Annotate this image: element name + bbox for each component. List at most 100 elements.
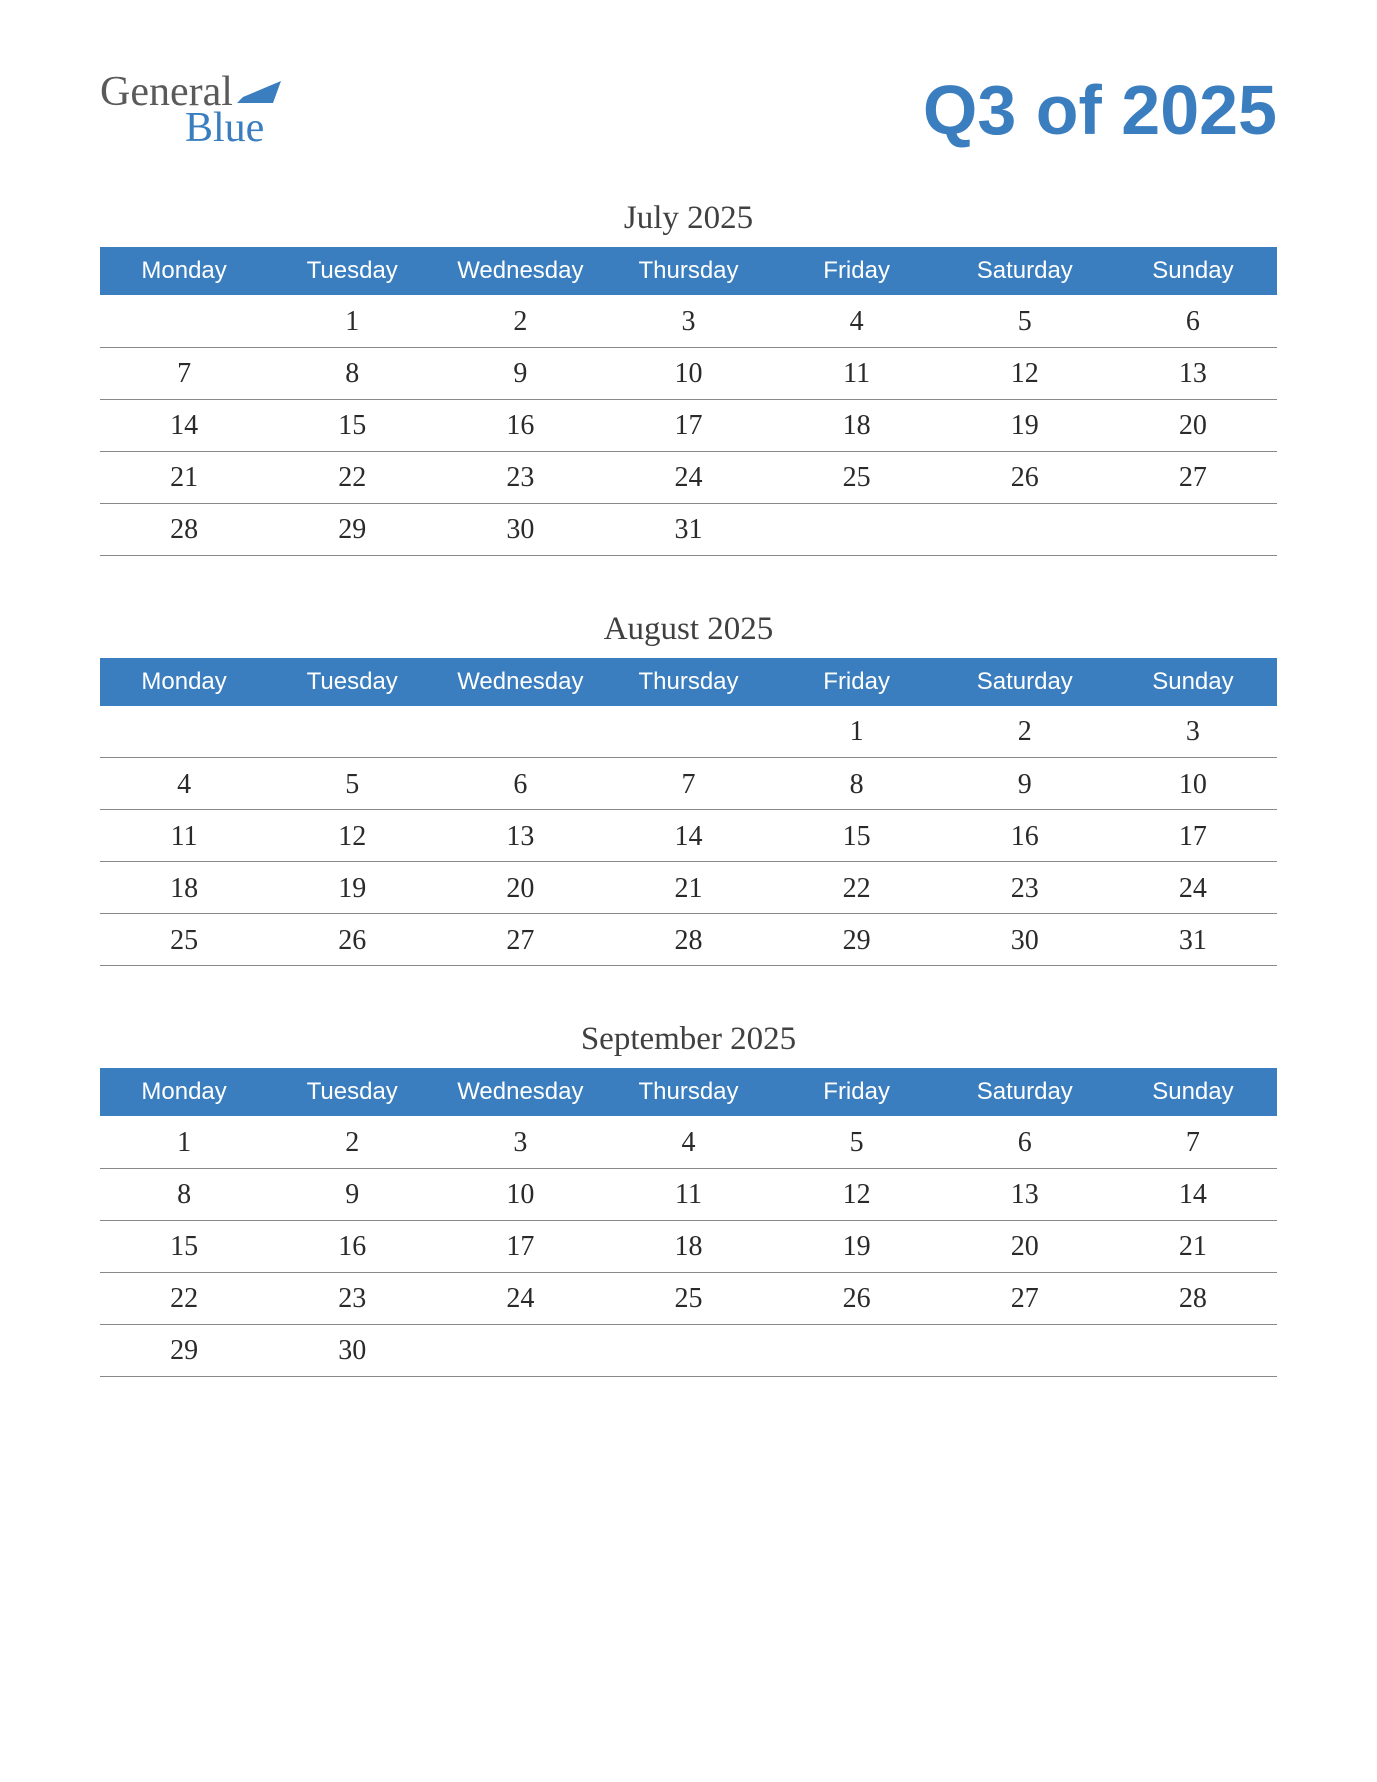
calendar-day: 31 bbox=[604, 503, 772, 555]
calendar-day: 2 bbox=[941, 706, 1109, 758]
calendar-day: 21 bbox=[1109, 1220, 1277, 1272]
calendar-day: 27 bbox=[941, 1272, 1109, 1324]
calendar-day: 29 bbox=[773, 914, 941, 966]
calendar-day bbox=[1109, 1324, 1277, 1376]
calendar-row: 123456 bbox=[100, 295, 1277, 347]
calendar-row: 11121314151617 bbox=[100, 810, 1277, 862]
calendar-day: 23 bbox=[941, 862, 1109, 914]
calendar-day: 18 bbox=[773, 399, 941, 451]
calendar-day: 28 bbox=[100, 503, 268, 555]
calendar-day: 3 bbox=[436, 1116, 604, 1168]
calendar-day bbox=[604, 706, 772, 758]
calendar-day: 12 bbox=[773, 1168, 941, 1220]
calendar-day: 7 bbox=[100, 347, 268, 399]
weekday-header: Wednesday bbox=[436, 1068, 604, 1116]
header: General Blue Q3 of 2025 bbox=[100, 70, 1277, 150]
calendar-day bbox=[941, 1324, 1109, 1376]
logo: General Blue bbox=[100, 71, 281, 149]
calendar-day: 16 bbox=[941, 810, 1109, 862]
calendar-day: 1 bbox=[100, 1116, 268, 1168]
calendar-day: 9 bbox=[268, 1168, 436, 1220]
calendar-table: MondayTuesdayWednesdayThursdayFridaySatu… bbox=[100, 658, 1277, 967]
weekday-header: Tuesday bbox=[268, 1068, 436, 1116]
calendar-day: 19 bbox=[773, 1220, 941, 1272]
calendar-day bbox=[604, 1324, 772, 1376]
calendar-day: 23 bbox=[436, 451, 604, 503]
calendar-day: 17 bbox=[436, 1220, 604, 1272]
calendar-day: 13 bbox=[941, 1168, 1109, 1220]
calendar-day: 5 bbox=[941, 295, 1109, 347]
calendar-day bbox=[773, 503, 941, 555]
calendar-day: 8 bbox=[100, 1168, 268, 1220]
calendar-row: 14151617181920 bbox=[100, 399, 1277, 451]
calendar-day: 8 bbox=[268, 347, 436, 399]
calendar-day: 27 bbox=[1109, 451, 1277, 503]
calendar-day: 26 bbox=[773, 1272, 941, 1324]
weekday-header: Monday bbox=[100, 1068, 268, 1116]
wing-icon bbox=[237, 75, 281, 109]
calendar-day: 4 bbox=[100, 758, 268, 810]
calendar-day: 21 bbox=[604, 862, 772, 914]
calendar-row: 22232425262728 bbox=[100, 1272, 1277, 1324]
weekday-header: Wednesday bbox=[436, 247, 604, 295]
calendar-day: 21 bbox=[100, 451, 268, 503]
month-title: August 2025 bbox=[100, 611, 1277, 648]
calendar-day: 9 bbox=[941, 758, 1109, 810]
calendar-day: 10 bbox=[436, 1168, 604, 1220]
calendar-table: MondayTuesdayWednesdayThursdayFridaySatu… bbox=[100, 1068, 1277, 1377]
weekday-header: Thursday bbox=[604, 247, 772, 295]
calendar-day: 12 bbox=[941, 347, 1109, 399]
calendar-day bbox=[100, 295, 268, 347]
weekday-header: Wednesday bbox=[436, 658, 604, 706]
calendar-day: 14 bbox=[100, 399, 268, 451]
calendar-row: 25262728293031 bbox=[100, 914, 1277, 966]
calendar-day: 24 bbox=[436, 1272, 604, 1324]
calendar-day: 18 bbox=[100, 862, 268, 914]
calendar-day: 31 bbox=[1109, 914, 1277, 966]
calendar-day: 25 bbox=[604, 1272, 772, 1324]
calendar-day: 12 bbox=[268, 810, 436, 862]
calendar-day: 9 bbox=[436, 347, 604, 399]
calendar-day: 11 bbox=[100, 810, 268, 862]
calendar-day: 22 bbox=[100, 1272, 268, 1324]
page-title: Q3 of 2025 bbox=[923, 70, 1277, 150]
calendar-day: 18 bbox=[604, 1220, 772, 1272]
calendar-row: 2930 bbox=[100, 1324, 1277, 1376]
weekday-header: Saturday bbox=[941, 1068, 1109, 1116]
weekday-header: Sunday bbox=[1109, 1068, 1277, 1116]
month-block: September 2025 MondayTuesdayWednesdayThur… bbox=[100, 1021, 1277, 1377]
calendar-day: 17 bbox=[604, 399, 772, 451]
calendar-row: 15161718192021 bbox=[100, 1220, 1277, 1272]
weekday-header: Tuesday bbox=[268, 247, 436, 295]
calendar-day: 13 bbox=[436, 810, 604, 862]
calendar-day: 26 bbox=[268, 914, 436, 966]
months-container: July 2025 MondayTuesdayWednesdayThursdayF… bbox=[100, 200, 1277, 1377]
calendar-day bbox=[100, 706, 268, 758]
calendar-day: 22 bbox=[773, 862, 941, 914]
weekday-header: Monday bbox=[100, 658, 268, 706]
calendar-day: 28 bbox=[1109, 1272, 1277, 1324]
calendar-row: 1234567 bbox=[100, 1116, 1277, 1168]
calendar-day bbox=[941, 503, 1109, 555]
weekday-header: Saturday bbox=[941, 247, 1109, 295]
calendar-day: 19 bbox=[941, 399, 1109, 451]
calendar-day: 3 bbox=[1109, 706, 1277, 758]
weekday-header: Monday bbox=[100, 247, 268, 295]
calendar-day: 5 bbox=[773, 1116, 941, 1168]
calendar-day: 11 bbox=[773, 347, 941, 399]
calendar-day: 14 bbox=[1109, 1168, 1277, 1220]
calendar-day: 7 bbox=[1109, 1116, 1277, 1168]
calendar-day: 25 bbox=[100, 914, 268, 966]
calendar-day: 1 bbox=[773, 706, 941, 758]
calendar-row: 28293031 bbox=[100, 503, 1277, 555]
calendar-day: 27 bbox=[436, 914, 604, 966]
calendar-day: 4 bbox=[773, 295, 941, 347]
calendar-row: 18192021222324 bbox=[100, 862, 1277, 914]
month-block: August 2025 MondayTuesdayWednesdayThursda… bbox=[100, 611, 1277, 967]
weekday-header: Sunday bbox=[1109, 658, 1277, 706]
month-title: July 2025 bbox=[100, 200, 1277, 237]
calendar-day: 11 bbox=[604, 1168, 772, 1220]
month-title: September 2025 bbox=[100, 1021, 1277, 1058]
calendar-day: 22 bbox=[268, 451, 436, 503]
calendar-day: 3 bbox=[604, 295, 772, 347]
